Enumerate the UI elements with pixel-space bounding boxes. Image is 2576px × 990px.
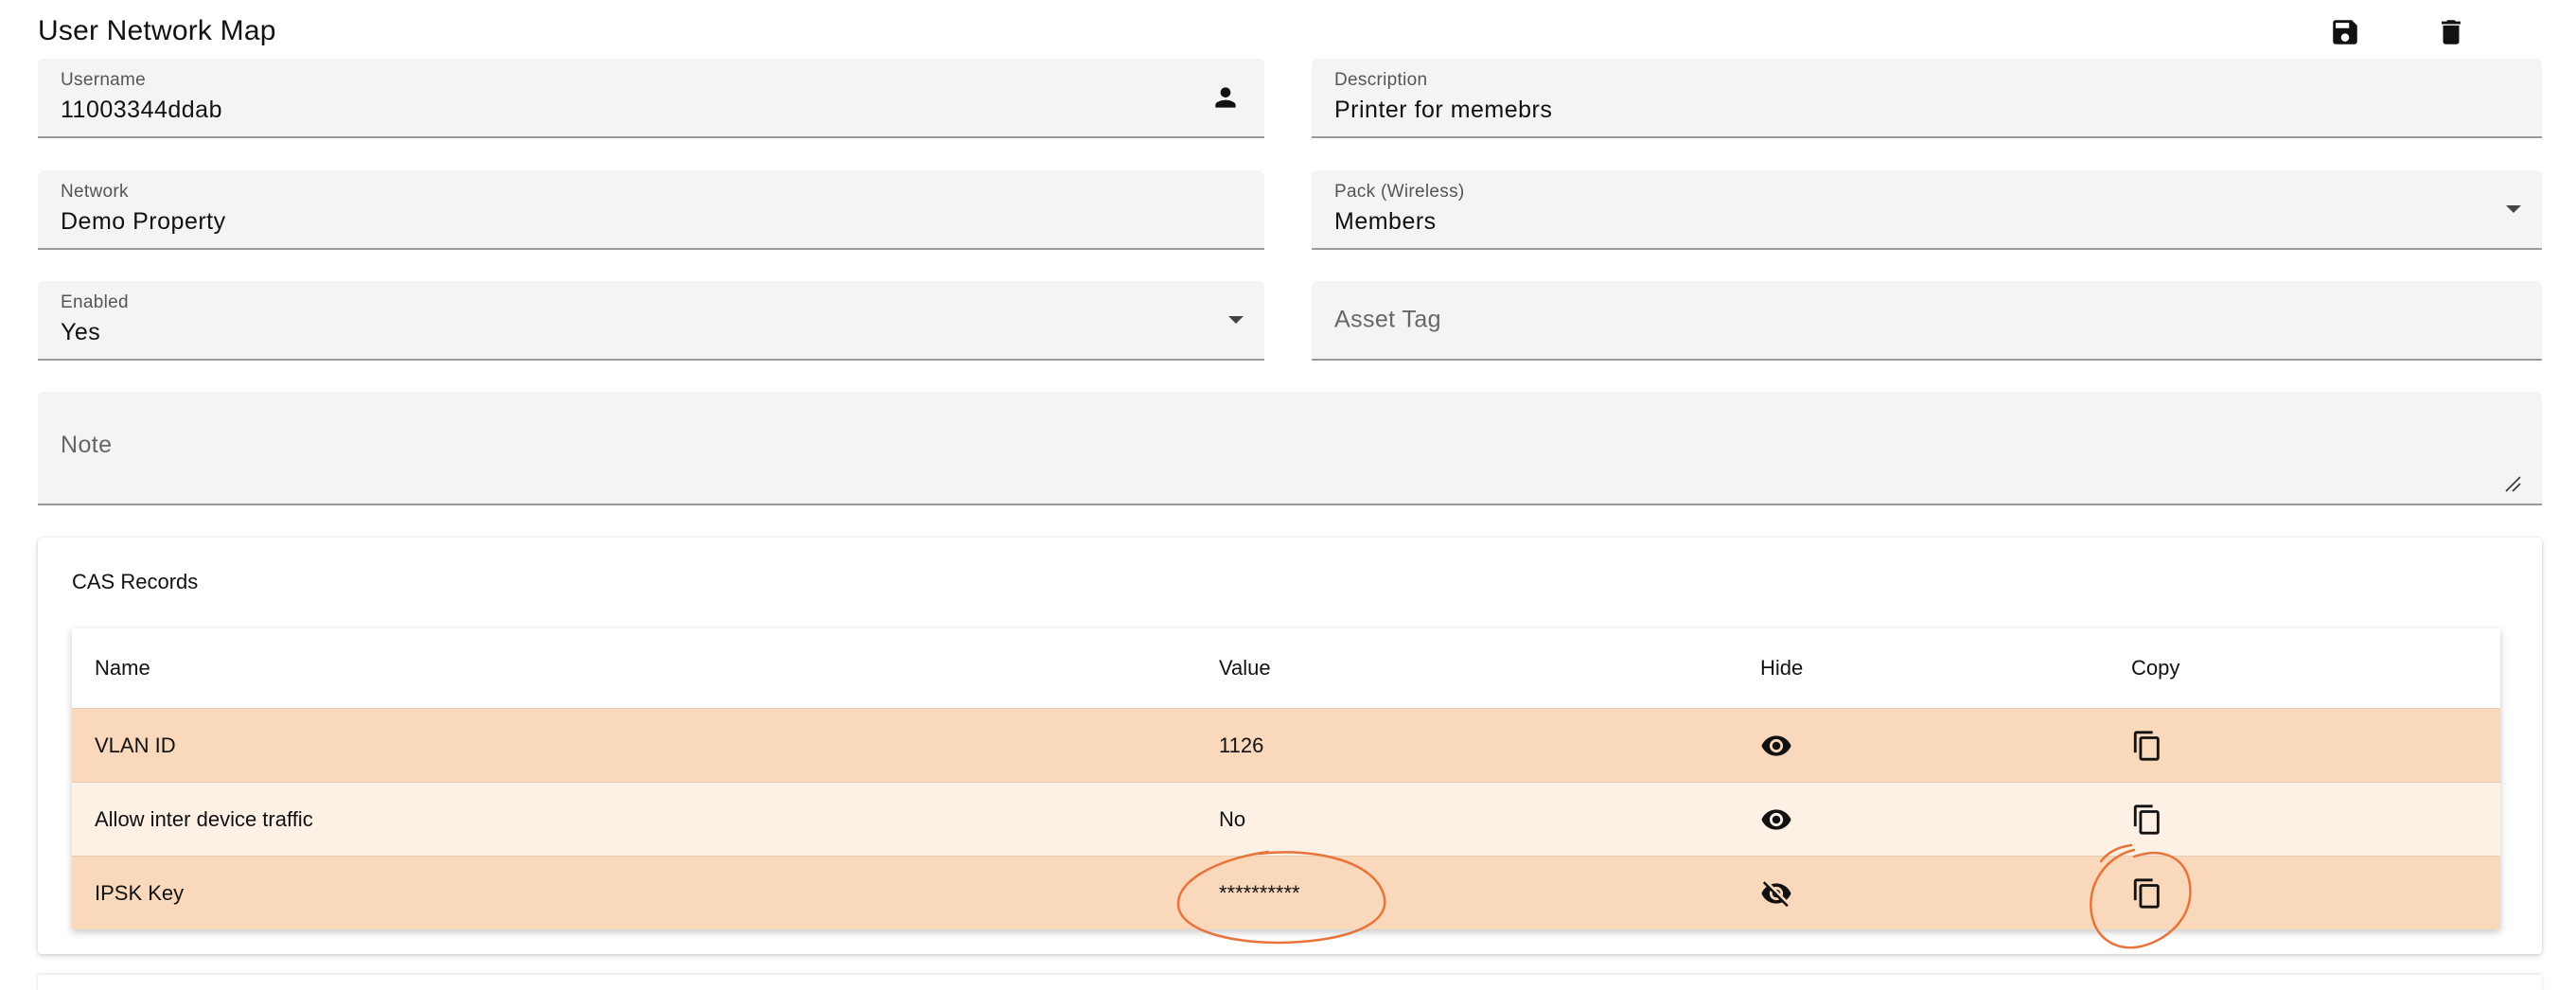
table-row: IPSK Key ********** bbox=[72, 856, 2500, 929]
column-header-name: Name bbox=[95, 656, 150, 680]
pack-select[interactable]: Pack (Wireless) Members bbox=[1312, 170, 2542, 250]
network-field[interactable]: Network Demo Property bbox=[38, 170, 1264, 250]
username-value[interactable]: 11003344ddab bbox=[61, 97, 222, 124]
next-records-card bbox=[38, 975, 2542, 990]
cas-records-table: Name Value Hide Copy VLAN ID 1126 Allow … bbox=[72, 628, 2500, 929]
table-header: Name Value Hide Copy bbox=[72, 628, 2500, 708]
copy-icon[interactable] bbox=[2131, 804, 2163, 836]
save-icon bbox=[2333, 20, 2357, 44]
row-name: Allow inter device traffic bbox=[95, 806, 313, 831]
column-header-copy: Copy bbox=[2131, 656, 2180, 680]
copy-icon[interactable] bbox=[2131, 730, 2163, 762]
delete-icon bbox=[2442, 20, 2461, 44]
network-value[interactable]: Demo Property bbox=[61, 208, 226, 236]
eye-off-icon[interactable] bbox=[1760, 877, 1792, 910]
pack-label: Pack (Wireless) bbox=[1334, 182, 1465, 202]
row-value: No bbox=[1219, 806, 1246, 831]
row-value: 1126 bbox=[1219, 733, 1264, 757]
asset-tag-placeholder: Asset Tag bbox=[1334, 306, 1441, 333]
note-textarea[interactable]: Note bbox=[38, 392, 2542, 505]
enabled-select[interactable]: Enabled Yes bbox=[38, 281, 1264, 361]
description-label: Description bbox=[1334, 70, 1428, 90]
enabled-value[interactable]: Yes bbox=[61, 319, 100, 346]
page-title: User Network Map bbox=[38, 15, 276, 46]
row-name: IPSK Key bbox=[95, 880, 185, 905]
column-header-hide: Hide bbox=[1760, 656, 1804, 680]
chevron-down-icon[interactable] bbox=[1228, 316, 1244, 324]
page: User Network Map Username 11003344ddab D… bbox=[0, 0, 2576, 990]
enabled-label: Enabled bbox=[61, 292, 129, 312]
pack-value[interactable]: Members bbox=[1334, 208, 1437, 236]
asset-tag-field[interactable]: Asset Tag bbox=[1312, 281, 2542, 361]
delete-button[interactable] bbox=[2430, 11, 2472, 53]
eye-icon[interactable] bbox=[1760, 804, 1792, 836]
description-value[interactable]: Printer for memebrs bbox=[1334, 97, 1552, 124]
table-row: Allow inter device traffic No bbox=[72, 782, 2500, 856]
cas-records-title: CAS Records bbox=[72, 570, 199, 593]
cas-records-card: CAS Records Name Value Hide Copy VLAN ID… bbox=[38, 538, 2542, 954]
network-label: Network bbox=[61, 182, 129, 202]
chevron-down-icon[interactable] bbox=[2506, 205, 2521, 213]
copy-icon[interactable] bbox=[2131, 877, 2163, 910]
row-value: ********** bbox=[1219, 880, 1300, 905]
username-label: Username bbox=[61, 70, 147, 90]
note-placeholder: Note bbox=[61, 432, 113, 458]
table-row: VLAN ID 1126 bbox=[72, 708, 2500, 782]
save-button[interactable] bbox=[2324, 11, 2366, 53]
description-field[interactable]: Description Printer for memebrs bbox=[1312, 59, 2542, 138]
eye-icon[interactable] bbox=[1760, 730, 1792, 762]
person-icon bbox=[1209, 81, 1242, 114]
row-name: VLAN ID bbox=[95, 733, 176, 757]
username-field[interactable]: Username 11003344ddab bbox=[38, 59, 1264, 138]
column-header-value: Value bbox=[1219, 656, 1271, 680]
resize-grip-icon[interactable] bbox=[2504, 475, 2521, 492]
